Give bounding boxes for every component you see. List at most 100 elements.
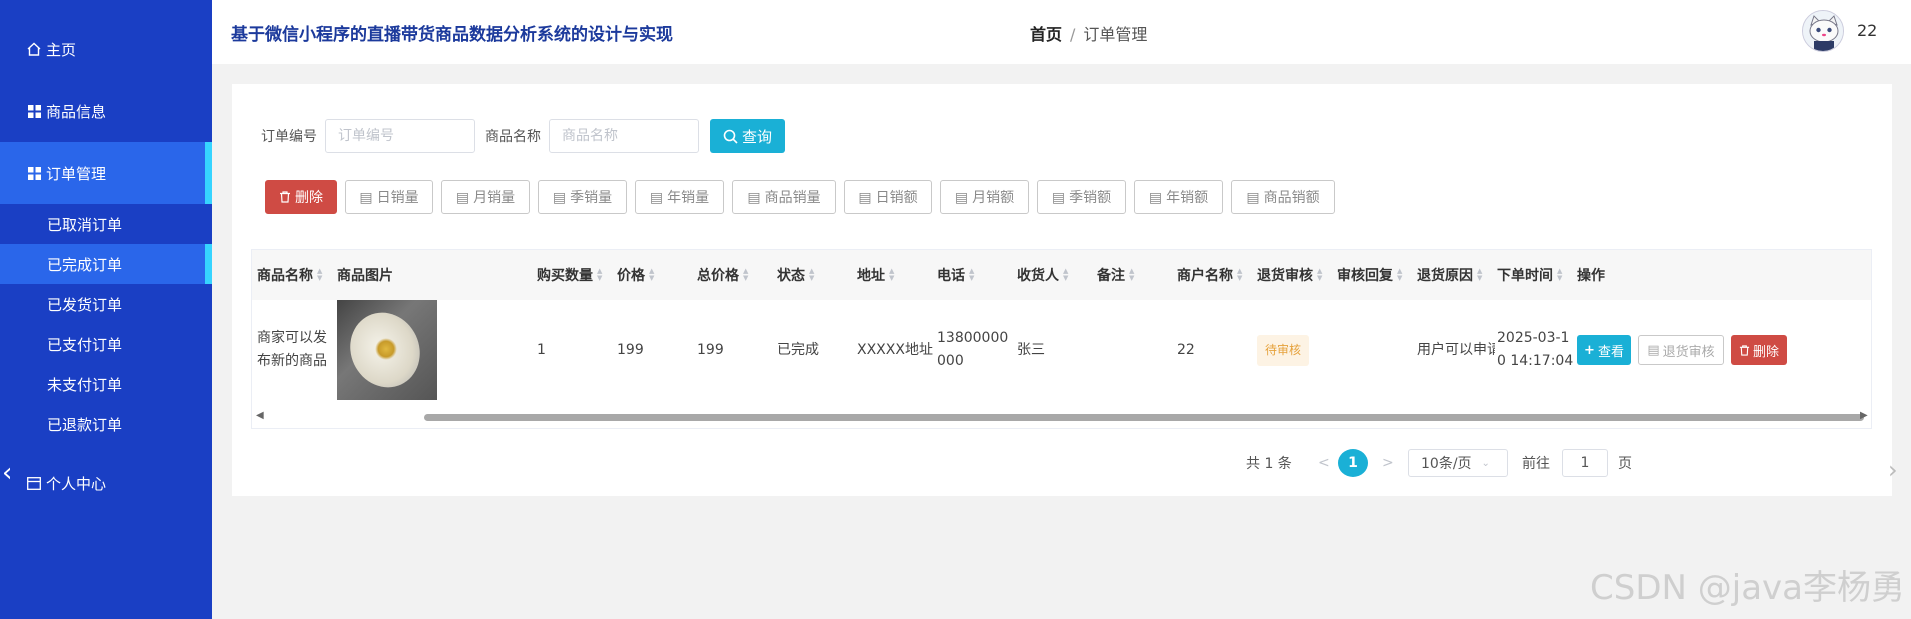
column-header[interactable]: 备注 ▲ ▼ [1097,250,1134,300]
daily-sales-amount-button[interactable]: ▤ 日销额 [844,180,932,214]
cell-return-reason: 用户可以申请 [1417,341,1495,358]
batch-delete-label: 删除 [295,189,323,205]
monthly-sales-amount-button[interactable]: ▤ 月销额 [940,180,1029,214]
sort-icon[interactable]: ▲ ▼ [317,268,322,282]
page-number-1[interactable]: 1 [1338,449,1368,477]
breadcrumb-separator: / [1070,25,1076,44]
product-sales-amount-button[interactable]: ▤ 商品销额 [1231,180,1335,214]
toolbar-button-label: 月销量 [473,189,516,205]
column-header-label: 商品图片 [337,268,393,284]
column-header[interactable]: 商品名称 ▲ ▼ [257,250,322,300]
status-badge: 待审核 [1257,334,1310,366]
grid-icon [26,103,42,119]
goto-label: 前往 [1522,456,1550,472]
sidebar-subitem-paid[interactable]: 已支付订单 [0,324,212,364]
column-header-label: 地址 [857,268,885,284]
chevron-right-icon[interactable]: › [1888,456,1898,484]
chart-icon: ▤ [1051,188,1066,205]
cell-status: 已完成 [777,341,819,358]
column-header[interactable]: 购买数量 ▲ ▼ [537,250,602,300]
column-header[interactable]: 商户名称 ▲ ▼ [1177,250,1242,300]
column-header[interactable]: 价格 ▲ ▼ [617,250,654,300]
row-delete-button[interactable]: 删除 [1731,335,1787,365]
quarterly-sales-amount-button[interactable]: ▤ 季销额 [1037,180,1126,214]
cell-return-review: 待审核 [1257,300,1310,400]
order-no-input[interactable] [325,119,475,153]
page-size-value: 10条/页 [1421,456,1472,472]
grid-icon [26,165,42,181]
column-header[interactable]: 地址 ▲ ▼ [857,250,894,300]
sort-icon[interactable]: ▲ ▼ [1477,268,1482,282]
sidebar-item-orders[interactable]: 订单管理 [0,142,212,204]
cell-product-image[interactable] [337,300,437,400]
toolbar-button-label: 年销额 [1166,189,1209,205]
sort-icon[interactable]: ▲ ▼ [597,268,602,282]
sort-icon[interactable]: ▲ ▼ [1237,268,1242,282]
sort-icon[interactable]: ▲ ▼ [969,268,974,282]
column-header[interactable]: 下单时间 ▲ ▼ [1497,250,1562,300]
horizontal-scrollbar[interactable]: ◀ ▶ [252,410,1871,422]
username[interactable]: 22 [1857,21,1877,40]
sidebar-subitem-shipped[interactable]: 已发货订单 [0,284,212,324]
column-header[interactable]: 退货审核 ▲ ▼ [1257,250,1322,300]
chevron-down-icon: ⌄ [1481,457,1490,469]
column-header[interactable]: 审核回复 ▲ ▼ [1337,250,1402,300]
goto-page-input[interactable]: 1 [1562,449,1608,477]
search-icon [723,129,738,144]
sort-icon[interactable]: ▲ ▼ [1317,268,1322,282]
cell-receiver: 张三 [1017,341,1045,358]
sidebar-subitem-refunded[interactable]: 已退款订单 [0,404,212,444]
sidebar-item-profile[interactable]: 个人中心 [0,452,212,514]
breadcrumb-current: 订单管理 [1083,25,1148,44]
sidebar-subitem-unpaid[interactable]: 未支付订单 [0,364,212,404]
sort-icon[interactable]: ▲ ▼ [649,268,654,282]
monthly-sales-qty-button[interactable]: ▤ 月销量 [441,180,530,214]
collapse-sidebar-icon[interactable]: ‹ [2,458,12,488]
yearly-sales-qty-button[interactable]: ▤ 年销量 [635,180,724,214]
row-delete-label: 删除 [1752,344,1779,360]
sort-icon[interactable]: ▲ ▼ [743,268,748,282]
column-header[interactable]: 总价格 ▲ ▼ [697,250,748,300]
return-review-button[interactable]: ▤ 退货审核 [1638,335,1724,365]
prev-page-button[interactable]: < [1318,449,1330,477]
column-header-label: 退货原因 [1417,268,1473,284]
breadcrumb: 首页 / 订单管理 [1030,21,1147,45]
quarterly-sales-qty-button[interactable]: ▤ 季销量 [538,180,627,214]
sidebar-item-home[interactable]: 主页 [0,18,212,80]
column-header[interactable]: 电话 ▲ ▼ [937,250,974,300]
sidebar-subitem-completed[interactable]: 已完成订单 [0,244,212,284]
plus-icon: + [1584,342,1595,358]
product-sales-qty-button[interactable]: ▤ 商品销量 [732,180,836,214]
trash-icon [280,191,290,203]
yearly-sales-amount-button[interactable]: ▤ 年销额 [1134,180,1223,214]
product-image[interactable] [337,300,437,400]
sidebar-item-products[interactable]: 商品信息 [0,80,212,142]
sort-icon[interactable]: ▲ ▼ [1557,268,1562,282]
sidebar-subitem-cancelled[interactable]: 已取消订单 [0,204,212,244]
column-header[interactable]: 收货人 ▲ ▼ [1017,250,1068,300]
order-no-label: 订单编号 [261,129,317,145]
sort-icon[interactable]: ▲ ▼ [1063,268,1068,282]
page-size-select[interactable]: 10条/页 ⌄ [1408,449,1508,477]
daily-sales-qty-button[interactable]: ▤ 日销量 [345,180,433,214]
scroll-left-icon[interactable]: ◀ [256,410,264,421]
column-header[interactable]: 退货原因 ▲ ▼ [1417,250,1482,300]
table-row: 商家可以发布新的商品 1 199 199 已完成 XXXXX地址 1380000… [252,300,1871,400]
batch-delete-button[interactable]: 删除 [265,180,337,214]
sort-icon[interactable]: ▲ ▼ [809,268,814,282]
avatar[interactable] [1802,10,1844,52]
column-header[interactable]: 状态 ▲ ▼ [777,250,814,300]
sort-icon[interactable]: ▲ ▼ [889,268,894,282]
query-button[interactable]: 查询 [710,119,785,153]
scrollbar-thumb[interactable] [424,414,1864,421]
sidebar-item-label: 个人中心 [46,474,107,493]
column-header: 商品图片 [337,250,393,300]
product-name-input[interactable] [549,119,699,153]
view-button[interactable]: + 查看 [1577,335,1631,365]
breadcrumb-home[interactable]: 首页 [1030,25,1062,44]
cell-merchant: 22 [1177,341,1195,358]
sort-icon[interactable]: ▲ ▼ [1129,268,1134,282]
sort-icon[interactable]: ▲ ▼ [1397,268,1402,282]
scroll-right-icon[interactable]: ▶ [1860,410,1868,421]
next-page-button[interactable]: > [1382,449,1394,477]
